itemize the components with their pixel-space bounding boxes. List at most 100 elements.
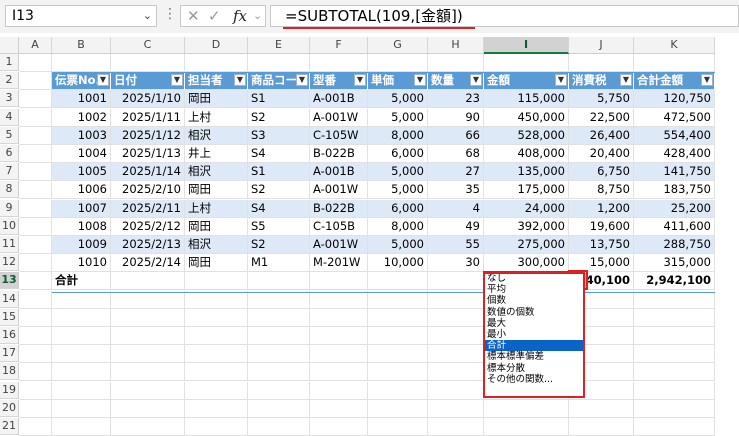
grid-cell[interactable] [19,308,52,327]
grid-cell[interactable] [428,363,484,382]
grid-cell[interactable] [248,290,310,309]
grid-cell[interactable] [52,290,111,309]
grid-cell[interactable] [368,363,428,382]
more-options-icon[interactable]: ⋮ [163,6,177,22]
grid-cell[interactable] [19,126,52,145]
grid-cell[interactable] [19,145,52,163]
grid-cell[interactable] [19,327,52,345]
grid-cell[interactable] [52,345,111,364]
grid-cell[interactable] [310,418,368,436]
grid-cell[interactable] [248,363,310,382]
grid-cell[interactable] [368,54,428,72]
row-header-19[interactable]: 19 [0,381,19,399]
grid-cell[interactable] [248,308,310,327]
grid-cell[interactable] [368,381,428,400]
grid-cell[interactable] [248,345,310,364]
grid-cell[interactable] [111,308,185,327]
grid-cell[interactable] [310,345,368,364]
grid-cell[interactable] [428,290,484,309]
column-header-e[interactable]: E [248,37,310,54]
grid-cell[interactable] [185,327,248,345]
grid-cell[interactable] [52,327,111,345]
grid-cell[interactable] [248,327,310,345]
row-header-11[interactable]: 11 [0,236,19,253]
column-header-k[interactable]: K [634,37,715,54]
grid-cell[interactable] [185,381,248,400]
grid-cell[interactable] [19,254,52,273]
grid-cell[interactable] [248,381,310,400]
grid-cell[interactable] [19,345,52,364]
grid-cell[interactable] [111,381,185,400]
name-box[interactable]: I13 ⌄ [5,5,157,27]
grid-cell[interactable] [52,54,111,72]
row-header-7[interactable]: 7 [0,163,19,181]
grid-cell[interactable] [634,308,715,327]
grid-cell[interactable] [248,54,310,72]
row-header-10[interactable]: 10 [0,217,19,235]
grid-cell[interactable] [19,381,52,400]
grid-cell[interactable] [52,363,111,382]
grid-cell[interactable] [111,363,185,382]
grid-cell[interactable] [310,290,368,309]
column-header-j[interactable]: J [569,37,634,54]
row-header-18[interactable]: 18 [0,363,19,381]
row-header-12[interactable]: 12 [0,254,19,272]
chevron-down-icon[interactable]: ⌄ [143,6,152,26]
grid-cell[interactable] [248,418,310,436]
column-header-d[interactable]: D [185,37,248,54]
column-header-a[interactable]: A [19,37,52,54]
grid-cell[interactable] [111,345,185,364]
grid-cell[interactable] [634,418,715,436]
grid-cell[interactable] [19,199,52,218]
grid-cell[interactable] [634,290,715,309]
confirm-icon[interactable]: ✓ [208,7,221,25]
grid-cell[interactable] [569,418,634,436]
grid-cell[interactable] [19,363,52,382]
row-header-5[interactable]: 5 [0,126,19,144]
grid-cell[interactable] [428,418,484,436]
grid-cell[interactable] [484,54,569,72]
row-header-2[interactable]: 2 [0,72,19,90]
row-header-14[interactable]: 14 [0,290,19,308]
grid-cell[interactable] [185,54,248,72]
grid-cell[interactable] [185,308,248,327]
grid-cell[interactable] [634,363,715,382]
grid-cell[interactable] [484,418,569,436]
row-header-13[interactable]: 13 [0,272,19,290]
grid-cell[interactable] [185,290,248,309]
row-header-3[interactable]: 3 [0,90,19,108]
grid-cell[interactable] [19,181,52,200]
column-header-c[interactable]: C [111,37,185,54]
column-header-i[interactable]: I [484,37,569,54]
grid-cell[interactable] [19,236,52,254]
grid-cell[interactable] [111,327,185,345]
grid-cell[interactable] [52,308,111,327]
insert-function-icon[interactable]: fx [233,7,247,25]
grid-cell[interactable] [185,345,248,364]
grid-cell[interactable] [634,381,715,400]
grid-cell[interactable] [634,345,715,364]
grid-cell[interactable] [428,327,484,345]
grid-cell[interactable] [111,418,185,436]
cancel-icon[interactable]: ✕ [187,7,200,25]
row-header-6[interactable]: 6 [0,145,19,162]
grid-cell[interactable] [428,381,484,400]
grid-cell[interactable] [368,308,428,327]
grid-cell[interactable] [368,418,428,436]
row-header-20[interactable]: 20 [0,399,19,417]
grid-cell[interactable] [368,327,428,345]
grid-cell[interactable] [428,54,484,72]
grid-cell[interactable] [368,345,428,364]
row-header-15[interactable]: 15 [0,308,19,326]
column-header-g[interactable]: G [368,37,428,54]
grid-cell[interactable] [19,418,52,436]
row-header-16[interactable]: 16 [0,327,19,344]
column-header-f[interactable]: F [310,37,368,54]
grid-cell[interactable] [19,72,52,91]
column-header-b[interactable]: B [52,37,111,54]
row-header-17[interactable]: 17 [0,345,19,363]
grid-cell[interactable] [111,290,185,309]
grid-cell[interactable] [634,54,715,72]
grid-cell[interactable] [310,308,368,327]
grid-cell[interactable] [111,54,185,72]
